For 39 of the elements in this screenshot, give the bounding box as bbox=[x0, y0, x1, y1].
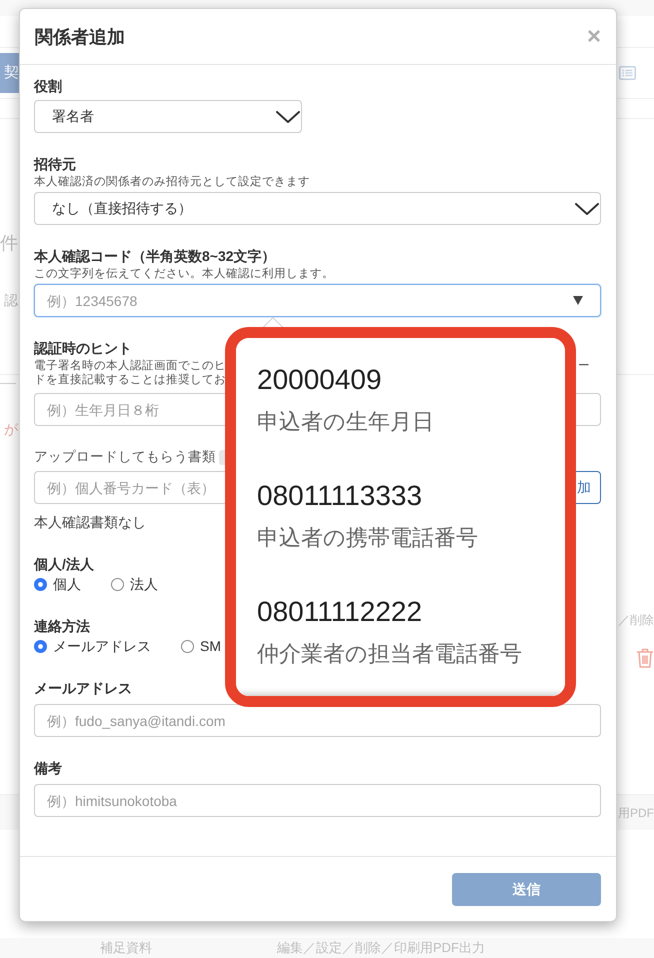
help-text: 電子署名時の本人認証画面でこのヒ bbox=[34, 359, 226, 373]
field-label: 認証時のヒント bbox=[34, 339, 132, 358]
background-text: 件 bbox=[0, 232, 18, 254]
radio-option[interactable]: 法人 bbox=[111, 574, 158, 594]
suggestion-item[interactable]: 20000409 申込者の生年月日 bbox=[236, 338, 565, 454]
background-text: 編集／設定／削除／印刷用PDF出力 bbox=[277, 940, 485, 956]
dropdown-select[interactable]: 署名者 bbox=[34, 100, 302, 133]
suggestion-item[interactable]: 08011112222 仲介業者の担当者電話番号 bbox=[236, 570, 565, 686]
field-label: 個人/法人 bbox=[34, 555, 94, 574]
radio-option[interactable]: 個人 bbox=[34, 574, 81, 594]
help-text: この文字列を伝えてください。本人確認に利用します。 bbox=[34, 267, 334, 281]
help-text: 本人確認済の関係者のみ招待元として設定できます bbox=[34, 175, 310, 189]
dialog-title: 関係者追加 bbox=[35, 26, 125, 48]
help-text: ー bbox=[578, 359, 590, 373]
input-field[interactable]: 例）fudo_sanya@itandi.com bbox=[34, 704, 601, 737]
background-text: が bbox=[3, 420, 18, 438]
field-label: 備考 bbox=[34, 759, 62, 778]
field-label: 連絡方法 bbox=[34, 617, 90, 636]
chevron-down-icon bbox=[276, 110, 300, 122]
field-label: 招待元 bbox=[34, 155, 76, 174]
list-icon bbox=[619, 66, 636, 80]
field-label: 役割 bbox=[34, 77, 62, 96]
chevron-down-icon bbox=[575, 202, 599, 214]
status-text: 本人確認書類なし bbox=[34, 513, 146, 532]
suggestion-item[interactable]: 08011113333 申込者の携帯電話番号 bbox=[236, 454, 565, 570]
field-label: 本人確認コード（半角英数8~32文字） bbox=[34, 247, 276, 266]
background-text: ／削除 bbox=[618, 612, 654, 628]
background-text: 補足資料 bbox=[100, 940, 152, 956]
trash-icon bbox=[636, 648, 654, 668]
radio-option[interactable]: メールアドレス bbox=[34, 636, 151, 656]
help-text: ドを直接記載することは推奨してお bbox=[34, 373, 226, 387]
radio-option[interactable]: SM bbox=[181, 636, 221, 656]
field-label: アップロードしてもらう書類 bbox=[34, 448, 216, 466]
background-text: 用PDF bbox=[618, 804, 654, 820]
field-label: メールアドレス bbox=[34, 679, 132, 698]
caret-down-icon bbox=[573, 296, 583, 305]
dropdown-select[interactable]: なし（直接招待する） bbox=[34, 192, 601, 225]
input-field[interactable]: 例）himitsunokotoba bbox=[34, 784, 601, 817]
background-text: 認 bbox=[3, 291, 18, 309]
